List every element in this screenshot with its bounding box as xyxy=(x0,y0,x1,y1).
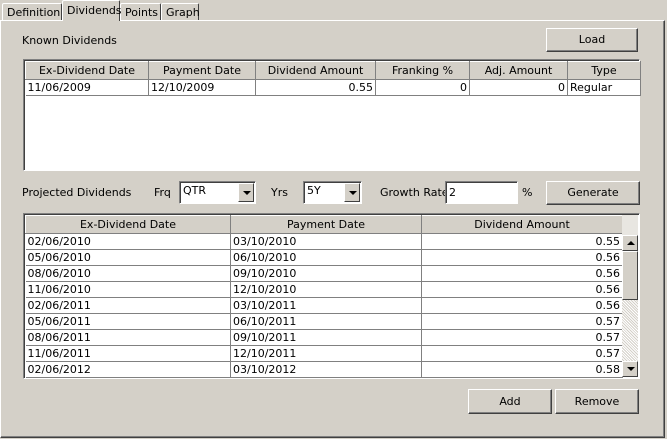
pay-date-cell[interactable]: 12/10/2009 xyxy=(148,79,256,96)
table-row[interactable]: 02/06/2012 03/10/2012 0.58 xyxy=(25,361,623,378)
ex-date-cell[interactable]: 08/06/2011 xyxy=(25,329,231,346)
column-header[interactable]: Type xyxy=(567,61,641,80)
tab-points[interactable]: Points xyxy=(120,3,161,21)
tab-label: Definition xyxy=(7,6,61,19)
known-dividends-table[interactable]: Ex-Dividend Date Payment Date Dividend A… xyxy=(23,59,641,171)
amount-cell[interactable]: 0.56 xyxy=(421,281,623,298)
yrs-value: 5Y xyxy=(307,184,321,197)
ex-date-cell[interactable]: 02/06/2010 xyxy=(25,233,231,250)
remove-button[interactable]: Remove xyxy=(555,389,639,414)
pay-date-cell[interactable]: 09/10/2011 xyxy=(230,329,422,346)
pay-date-cell[interactable]: 06/10/2010 xyxy=(230,249,422,266)
projected-header-row: Ex-Dividend Date Payment Date Dividend A… xyxy=(25,215,623,234)
franking-cell[interactable]: 0 xyxy=(375,79,470,96)
yrs-dropdown-button[interactable] xyxy=(344,183,360,202)
tab-label: Points xyxy=(125,6,159,19)
ex-date-cell[interactable]: 11/06/2010 xyxy=(25,281,231,298)
column-header[interactable]: Ex-Dividend Date xyxy=(25,61,149,80)
scroll-thumb[interactable] xyxy=(622,251,638,300)
column-header[interactable]: Payment Date xyxy=(148,61,256,80)
type-cell[interactable]: Regular xyxy=(567,79,641,96)
chevron-down-icon xyxy=(349,191,357,195)
amount-cell[interactable]: 0.57 xyxy=(421,329,623,346)
ex-date-cell[interactable]: 02/06/2012 xyxy=(25,361,231,378)
projected-dividends-title: Projected Dividends xyxy=(22,186,132,199)
scroll-track[interactable] xyxy=(622,300,638,361)
amount-cell[interactable]: 0.56 xyxy=(421,249,623,266)
amount-cell[interactable]: 0.56 xyxy=(421,297,623,314)
frq-value: QTR xyxy=(183,184,207,197)
table-row[interactable]: 08/06/2011 09/10/2011 0.57 xyxy=(25,329,623,346)
amount-cell[interactable]: 0.57 xyxy=(421,345,623,362)
known-header-row: Ex-Dividend Date Payment Date Dividend A… xyxy=(25,61,641,80)
pay-date-cell[interactable]: 12/10/2011 xyxy=(230,345,422,362)
projected-dividends-table[interactable]: Ex-Dividend Date Payment Date Dividend A… xyxy=(23,213,640,379)
scroll-down-button[interactable] xyxy=(622,361,638,377)
table-row[interactable]: 11/06/2011 12/10/2011 0.57 xyxy=(25,345,623,362)
generate-button[interactable]: Generate xyxy=(546,181,640,205)
ex-date-cell[interactable]: 11/06/2009 xyxy=(25,79,149,96)
amount-cell[interactable]: 0.56 xyxy=(421,265,623,282)
vertical-scrollbar[interactable] xyxy=(622,215,638,377)
tab-definition[interactable]: Definition xyxy=(2,3,62,21)
table-row[interactable]: 02/06/2011 03/10/2011 0.56 xyxy=(25,297,623,314)
pay-date-cell[interactable]: 03/10/2012 xyxy=(230,361,422,378)
ex-date-cell[interactable]: 05/06/2010 xyxy=(25,249,231,266)
tab-dividends[interactable]: Dividends xyxy=(62,0,122,21)
growth-rate-label: Growth Rate xyxy=(380,186,449,199)
column-header[interactable]: Ex-Dividend Date xyxy=(25,215,231,234)
tab-label: Graph xyxy=(166,6,200,19)
ex-date-cell[interactable]: 11/06/2011 xyxy=(25,345,231,362)
ex-date-cell[interactable]: 05/06/2011 xyxy=(25,313,231,330)
frq-label: Frq xyxy=(154,186,171,199)
tab-graph[interactable]: Graph xyxy=(161,3,200,21)
known-dividends-title: Known Dividends xyxy=(22,34,117,47)
adj-amount-cell[interactable]: 0 xyxy=(469,79,568,96)
known-grid: Ex-Dividend Date Payment Date Dividend A… xyxy=(25,61,641,96)
frq-dropdown-button[interactable] xyxy=(238,183,254,202)
table-row[interactable]: 05/06/2010 06/10/2010 0.56 xyxy=(25,249,623,266)
table-row[interactable]: 05/06/2011 06/10/2011 0.57 xyxy=(25,313,623,330)
yrs-label: Yrs xyxy=(271,186,288,199)
amount-cell[interactable]: 0.57 xyxy=(421,313,623,330)
ex-date-cell[interactable]: 02/06/2011 xyxy=(25,297,231,314)
add-button[interactable]: Add xyxy=(468,389,552,414)
pay-date-cell[interactable]: 06/10/2011 xyxy=(230,313,422,330)
chevron-down-icon xyxy=(627,367,635,371)
pay-date-cell[interactable]: 03/10/2010 xyxy=(230,233,422,250)
column-header[interactable]: Payment Date xyxy=(230,215,422,234)
load-button[interactable]: Load xyxy=(546,28,638,52)
yrs-select[interactable]: 5Y xyxy=(303,181,362,204)
tab-strip: Definition Dividends Points Graph xyxy=(0,0,667,21)
ex-date-cell[interactable]: 08/06/2010 xyxy=(25,265,231,282)
chevron-up-icon xyxy=(627,241,635,245)
column-header[interactable]: Dividend Amount xyxy=(255,61,376,80)
column-header[interactable]: Dividend Amount xyxy=(421,215,623,234)
percent-label: % xyxy=(522,186,533,199)
table-row[interactable]: 11/06/2009 12/10/2009 0.55 0 0 Regular xyxy=(25,79,641,96)
column-header[interactable]: Adj. Amount xyxy=(469,61,568,80)
pay-date-cell[interactable]: 12/10/2010 xyxy=(230,281,422,298)
chevron-down-icon xyxy=(243,191,251,195)
frq-select[interactable]: QTR xyxy=(179,181,256,204)
amount-cell[interactable]: 0.55 xyxy=(255,79,376,96)
column-header[interactable]: Franking % xyxy=(375,61,470,80)
tab-label: Dividends xyxy=(67,4,122,17)
amount-cell[interactable]: 0.55 xyxy=(421,233,623,250)
growth-rate-input[interactable] xyxy=(445,181,518,204)
pay-date-cell[interactable]: 09/10/2010 xyxy=(230,265,422,282)
projected-grid: Ex-Dividend Date Payment Date Dividend A… xyxy=(25,215,623,378)
pay-date-cell[interactable]: 03/10/2011 xyxy=(230,297,422,314)
scroll-up-button[interactable] xyxy=(622,235,638,251)
table-row[interactable]: 08/06/2010 09/10/2010 0.56 xyxy=(25,265,623,282)
amount-cell[interactable]: 0.58 xyxy=(421,361,623,378)
table-row[interactable]: 02/06/2010 03/10/2010 0.55 xyxy=(25,233,623,250)
table-row[interactable]: 11/06/2010 12/10/2010 0.56 xyxy=(25,281,623,298)
